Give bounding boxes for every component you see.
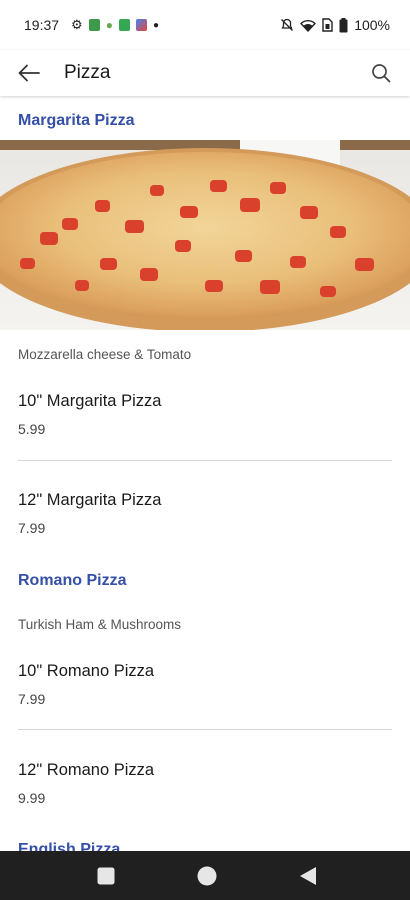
home-button[interactable]: [177, 851, 237, 900]
category-title-margarita: Margarita Pizza: [18, 112, 135, 129]
notifications-off-icon: [281, 18, 294, 31]
item-name: 10" Margarita Pizza: [18, 392, 162, 410]
list-item[interactable]: 12" Margarita Pizza 7.99: [0, 491, 410, 551]
category-description: Turkish Ham & Mushrooms: [18, 617, 182, 632]
list-item[interactable]: 10" Romano Pizza 7.99: [0, 662, 410, 722]
item-price: 7.99: [18, 691, 46, 707]
home-icon: [197, 866, 217, 885]
item-name: 12" Romano Pizza: [18, 761, 155, 779]
status-bar: 19:37 ⚙ ● ● 100%: [0, 0, 410, 50]
app-icon: [88, 19, 100, 31]
list-item[interactable]: 10" Margarita Pizza 5.99: [0, 392, 410, 452]
item-price: 5.99: [18, 421, 46, 437]
recents-button[interactable]: [76, 851, 136, 900]
wifi-icon: [300, 19, 317, 32]
pizza-image: [0, 140, 410, 330]
category-title-romano: Romano Pizza: [18, 572, 127, 589]
dot-icon: ●: [152, 19, 159, 31]
item-price: 7.99: [18, 520, 46, 536]
back-nav-button[interactable]: [278, 851, 338, 900]
app-bar: Pizza: [0, 50, 410, 96]
page-title: Pizza: [64, 62, 111, 83]
battery-level: 100%: [354, 17, 390, 33]
battery-icon: [339, 17, 348, 32]
app-icon: [135, 19, 147, 31]
category-title-english: English Pizza: [18, 841, 121, 851]
arrow-back-icon: [18, 64, 40, 82]
search-icon: [372, 64, 391, 83]
divider: [18, 460, 392, 461]
settings-icon: ⚙: [71, 17, 83, 32]
item-price: 9.99: [18, 790, 46, 806]
system-nav-bar: [0, 851, 410, 900]
search-button[interactable]: [352, 50, 410, 96]
back-button[interactable]: [0, 50, 58, 96]
sim-icon: [322, 18, 333, 32]
app-icon: [118, 19, 130, 31]
status-time: 19:37: [24, 17, 60, 33]
menu-list[interactable]: Margarita Pizza Mozzarella cheese & Toma…: [0, 96, 410, 851]
list-item[interactable]: 12" Romano Pizza 9.99: [0, 761, 410, 821]
category-description: Mozzarella cheese & Tomato: [18, 347, 192, 362]
android-icon: ●: [105, 18, 113, 32]
item-name: 10" Romano Pizza: [18, 662, 155, 680]
back-triangle-icon: [300, 866, 316, 885]
item-name: 12" Margarita Pizza: [18, 491, 162, 509]
divider: [18, 729, 392, 730]
recents-icon: [97, 867, 115, 884]
